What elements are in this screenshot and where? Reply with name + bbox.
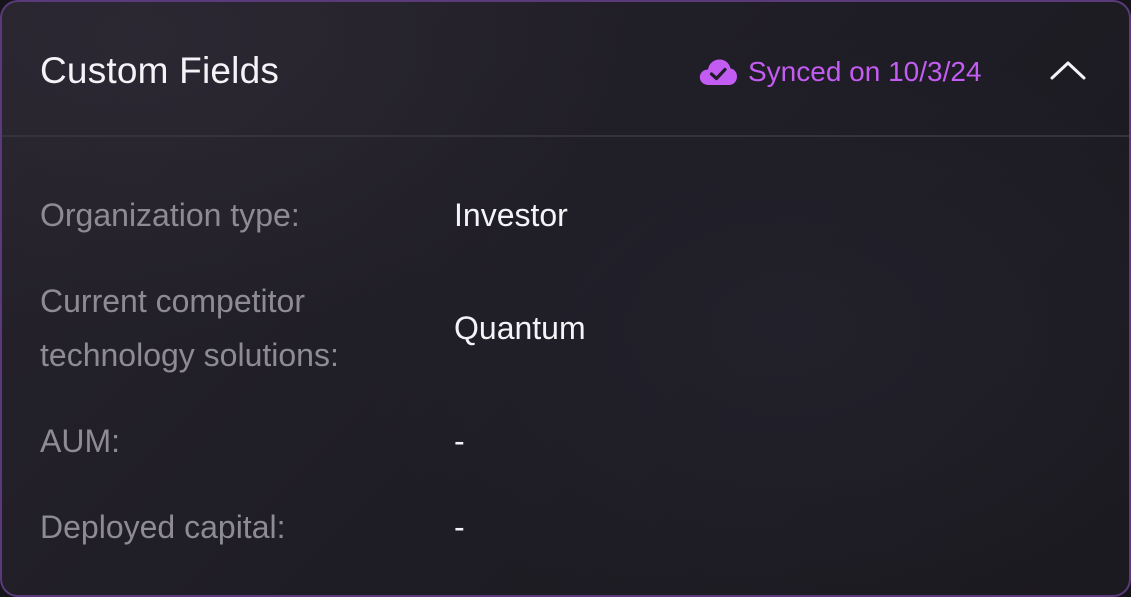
custom-fields-card: Custom Fields Synced on 10/3/24 Organiza… bbox=[0, 0, 1131, 597]
card-title: Custom Fields bbox=[40, 50, 280, 91]
field-value-deployed-capital: - bbox=[454, 509, 465, 545]
cloud-check-icon bbox=[698, 57, 738, 87]
chevron-up-icon bbox=[1049, 58, 1087, 87]
card-header: Custom Fields Synced on 10/3/24 bbox=[2, 2, 1129, 137]
field-value-aum: - bbox=[454, 423, 465, 459]
field-label-organization-type: Organization type: bbox=[40, 197, 300, 233]
sync-status: Synced on 10/3/24 bbox=[698, 52, 982, 92]
field-label-competitor-line-2: technology solutions: bbox=[40, 337, 339, 373]
field-value-organization-type: Investor bbox=[454, 197, 568, 233]
field-value-competitor: Quantum bbox=[454, 310, 586, 346]
field-label-deployed-capital: Deployed capital: bbox=[40, 509, 286, 545]
collapse-button[interactable] bbox=[1044, 50, 1092, 94]
field-label-competitor-line-1: Current competitor bbox=[40, 283, 305, 319]
field-label-aum: AUM: bbox=[40, 423, 120, 459]
sync-status-text: Synced on 10/3/24 bbox=[748, 56, 982, 87]
